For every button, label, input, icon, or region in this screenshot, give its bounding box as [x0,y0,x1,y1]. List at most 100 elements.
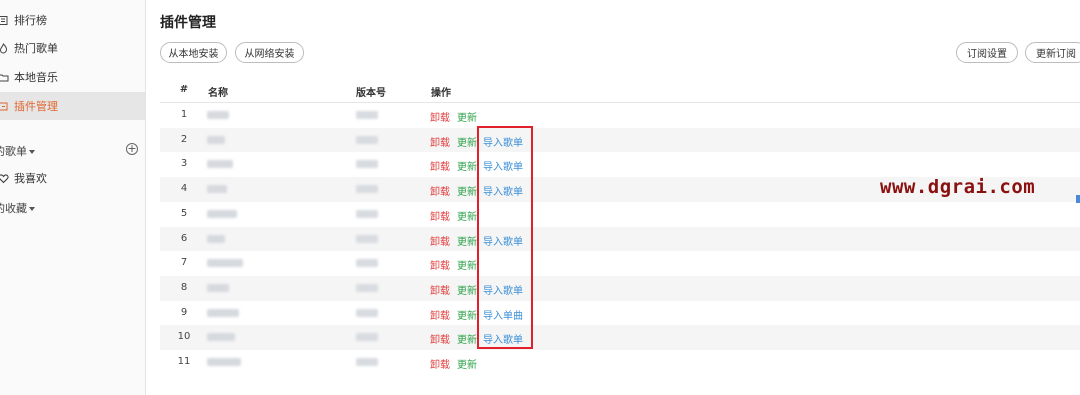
plugin-name-redacted [207,160,233,169]
sidebar-item-label: 我喜欢 [14,172,47,185]
row-number: 9 [180,306,188,318]
plugin-version-redacted [356,234,378,243]
table-row: 3 卸载 更新 导入歌单 [160,152,1080,177]
plugin-name-redacted [207,209,237,218]
update-link[interactable]: 更新 [457,208,477,223]
my-collections-header[interactable]: 的收藏 [0,200,35,216]
table-row: 9 卸载 更新 导入单曲 [160,301,1080,326]
plugin-name-redacted [207,185,227,194]
uninstall-link[interactable]: 卸载 [430,208,450,223]
my-playlists-label: 的歌单 [0,145,27,158]
plugin-name-redacted [207,135,225,144]
header-num: # [179,84,189,95]
plugin-version-redacted [356,308,378,317]
plugin-version-redacted [356,283,378,292]
row-number: 10 [177,331,191,343]
plugin-name-redacted [207,283,229,292]
table-row: 11 卸载 更新 [160,350,1080,375]
chart-icon [0,15,9,26]
sidebar-item-favorites[interactable]: 我喜欢 [0,164,145,192]
update-link[interactable]: 更新 [457,183,477,198]
update-link[interactable]: 更新 [457,282,477,297]
row-number: 2 [180,133,188,145]
install-network-button[interactable]: 从网络安装 [235,42,304,63]
uninstall-link[interactable]: 卸载 [430,356,450,371]
sidebar-item-charts[interactable]: 排行榜 [0,6,145,34]
uninstall-link[interactable]: 卸载 [430,257,450,272]
app-window: 排行榜 热门歌单 本地音乐 插件管理 的歌单 + [0,0,1080,395]
row-number: 7 [180,257,188,269]
plugin-name-redacted [207,358,241,366]
my-playlists-header[interactable]: 的歌单 [0,143,35,159]
uninstall-link[interactable]: 卸载 [430,331,450,346]
update-link[interactable]: 更新 [457,109,477,124]
sidebar: 排行榜 热门歌单 本地音乐 插件管理 的歌单 + [0,0,146,395]
uninstall-link[interactable]: 卸载 [430,233,450,248]
heart-icon [0,173,9,184]
caret-down-icon [29,149,35,154]
plugin-version-redacted [356,333,378,342]
sidebar-item-label: 插件管理 [14,100,58,113]
scrollbar-thumb[interactable] [1076,195,1080,203]
plugin-version-redacted [356,160,378,169]
update-subscription-button[interactable]: 更新订阅 [1025,42,1080,63]
folder-icon [0,72,9,83]
update-link[interactable]: 更新 [457,331,477,346]
row-number: 1 [180,109,188,120]
table-row: 2 卸载 更新 导入歌单 [160,127,1080,153]
caret-down-icon [29,206,35,211]
table-row: 7 卸载 更新 [160,251,1080,276]
plugin-icon [0,101,9,112]
uninstall-link[interactable]: 卸载 [430,158,450,173]
uninstall-link[interactable]: 卸载 [430,307,450,322]
highlight-box [477,126,533,349]
install-local-button[interactable]: 从本地安装 [160,42,227,63]
uninstall-link[interactable]: 卸载 [430,282,450,297]
sidebar-item-label: 热门歌单 [14,42,58,55]
update-link[interactable]: 更新 [457,134,477,149]
header-version: 版本号 [356,88,386,99]
sidebar-item-hot-playlists[interactable]: 热门歌单 [0,34,145,62]
update-link[interactable]: 更新 [457,307,477,322]
uninstall-link[interactable]: 卸载 [430,134,450,149]
uninstall-link[interactable]: 卸载 [430,183,450,198]
plugin-version-redacted [356,358,378,366]
plugin-version-redacted [356,185,378,194]
table-header: # 名称 版本号 操作 [160,84,1080,103]
sidebar-item-label: 本地音乐 [14,71,58,84]
update-link[interactable]: 更新 [457,158,477,173]
plugin-name-redacted [207,333,235,342]
watermark-text: www.dgrai.com [880,176,1036,198]
sidebar-item-plugin-manager[interactable]: 插件管理 [0,92,145,120]
page-title: 插件管理 [160,15,216,31]
subscription-settings-button[interactable]: 订阅设置 [956,42,1018,63]
update-link[interactable]: 更新 [457,356,477,371]
sidebar-item-local-music[interactable]: 本地音乐 [0,63,145,91]
fire-icon [0,42,9,54]
row-number: 11 [177,356,191,367]
update-link[interactable]: 更新 [457,233,477,248]
plugin-name-redacted [207,308,239,317]
row-number: 5 [180,207,188,219]
my-collections-label: 的收藏 [0,202,27,215]
plugin-name-redacted [207,234,225,243]
header-name: 名称 [208,88,228,99]
table-row: 8 卸载 更新 导入歌单 [160,275,1080,301]
plugin-name-redacted [207,111,229,119]
plugin-version-redacted [356,209,378,218]
add-playlist-icon[interactable]: + [126,143,138,155]
uninstall-link[interactable]: 卸载 [430,109,450,124]
plugin-version-redacted [356,259,378,268]
plugin-name-redacted [207,259,243,268]
sidebar-item-label: 排行榜 [14,14,47,27]
row-number: 6 [180,232,188,244]
table-row: 1 卸载 更新 [160,103,1080,128]
update-link[interactable]: 更新 [457,257,477,272]
table-row: 10 卸载 更新 导入歌单 [160,325,1080,350]
header-ops: 操作 [431,88,451,99]
plugin-version-redacted [356,135,378,144]
row-number: 3 [180,158,188,170]
row-number: 4 [180,183,188,195]
table-row: 5 卸载 更新 [160,202,1080,227]
table-row: 6 卸载 更新 导入歌单 [160,226,1080,252]
